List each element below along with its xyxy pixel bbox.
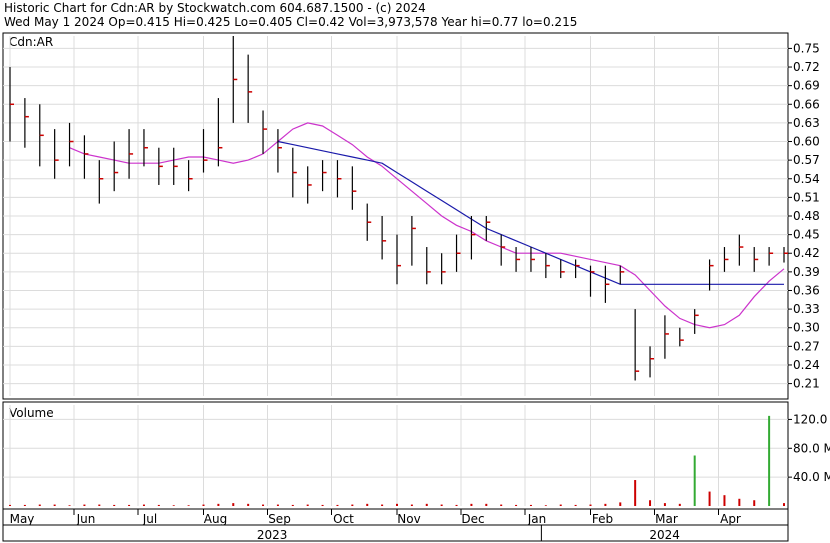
chart-header-quote: Wed May 1 2024 Op=0.415 Hi=0.425 Lo=0.40… bbox=[4, 15, 577, 29]
month-label: Jul bbox=[142, 512, 157, 526]
price-tick-label: 0.39 bbox=[793, 265, 820, 279]
price-tick-label: 0.57 bbox=[793, 153, 820, 167]
price-tick-label: 0.42 bbox=[793, 246, 820, 260]
price-tick-label: 0.51 bbox=[793, 190, 820, 204]
price-tick-label: 0.72 bbox=[793, 60, 820, 74]
price-tick-label: 0.33 bbox=[793, 302, 820, 316]
price-tick-label: 0.69 bbox=[793, 79, 820, 93]
price-tick-label: 0.30 bbox=[793, 321, 820, 335]
month-label: Jan bbox=[527, 512, 547, 526]
price-tick-label: 0.66 bbox=[793, 97, 820, 111]
volume-tick-label: 40.0 M bbox=[793, 470, 830, 484]
year-label: 2023 bbox=[257, 528, 288, 542]
price-tick-label: 0.45 bbox=[793, 228, 820, 242]
volume-y-tick-labels: 40.0 M 80.0 M 120.0 M bbox=[793, 412, 830, 484]
price-tick-label: 0.54 bbox=[793, 172, 820, 186]
month-label: Feb bbox=[592, 512, 613, 526]
volume-tick-label: 120.0 M bbox=[793, 412, 830, 426]
volume-tick-label: 80.0 M bbox=[793, 441, 830, 455]
year-label: 2024 bbox=[649, 528, 680, 542]
price-tick-label: 0.48 bbox=[793, 209, 820, 223]
price-panel-label: Cdn:AR bbox=[9, 35, 53, 49]
month-label: Sep bbox=[268, 512, 291, 526]
month-label: Mar bbox=[655, 512, 678, 526]
price-tick-label: 0.36 bbox=[793, 283, 820, 297]
price-tick-label: 0.27 bbox=[793, 339, 820, 353]
price-tick-label: 0.21 bbox=[793, 377, 820, 391]
volume-panel-label: Volume bbox=[9, 406, 54, 420]
month-label: Jun bbox=[76, 512, 96, 526]
chart-header-title: Historic Chart for Cdn:AR by Stockwatch.… bbox=[4, 1, 426, 15]
price-tick-label: 0.60 bbox=[793, 135, 820, 149]
month-label: Dec bbox=[461, 512, 484, 526]
month-label: Oct bbox=[333, 512, 354, 526]
price-tick-label: 0.75 bbox=[793, 41, 820, 55]
price-tick-label: 0.63 bbox=[793, 116, 820, 130]
month-label: Nov bbox=[397, 512, 420, 526]
stock-chart: Historic Chart for Cdn:AR by Stockwatch.… bbox=[0, 0, 830, 543]
month-label: Aug bbox=[204, 512, 227, 526]
price-tick-label: 0.24 bbox=[793, 358, 820, 372]
month-label: Apr bbox=[720, 512, 741, 526]
month-label: May bbox=[10, 512, 35, 526]
